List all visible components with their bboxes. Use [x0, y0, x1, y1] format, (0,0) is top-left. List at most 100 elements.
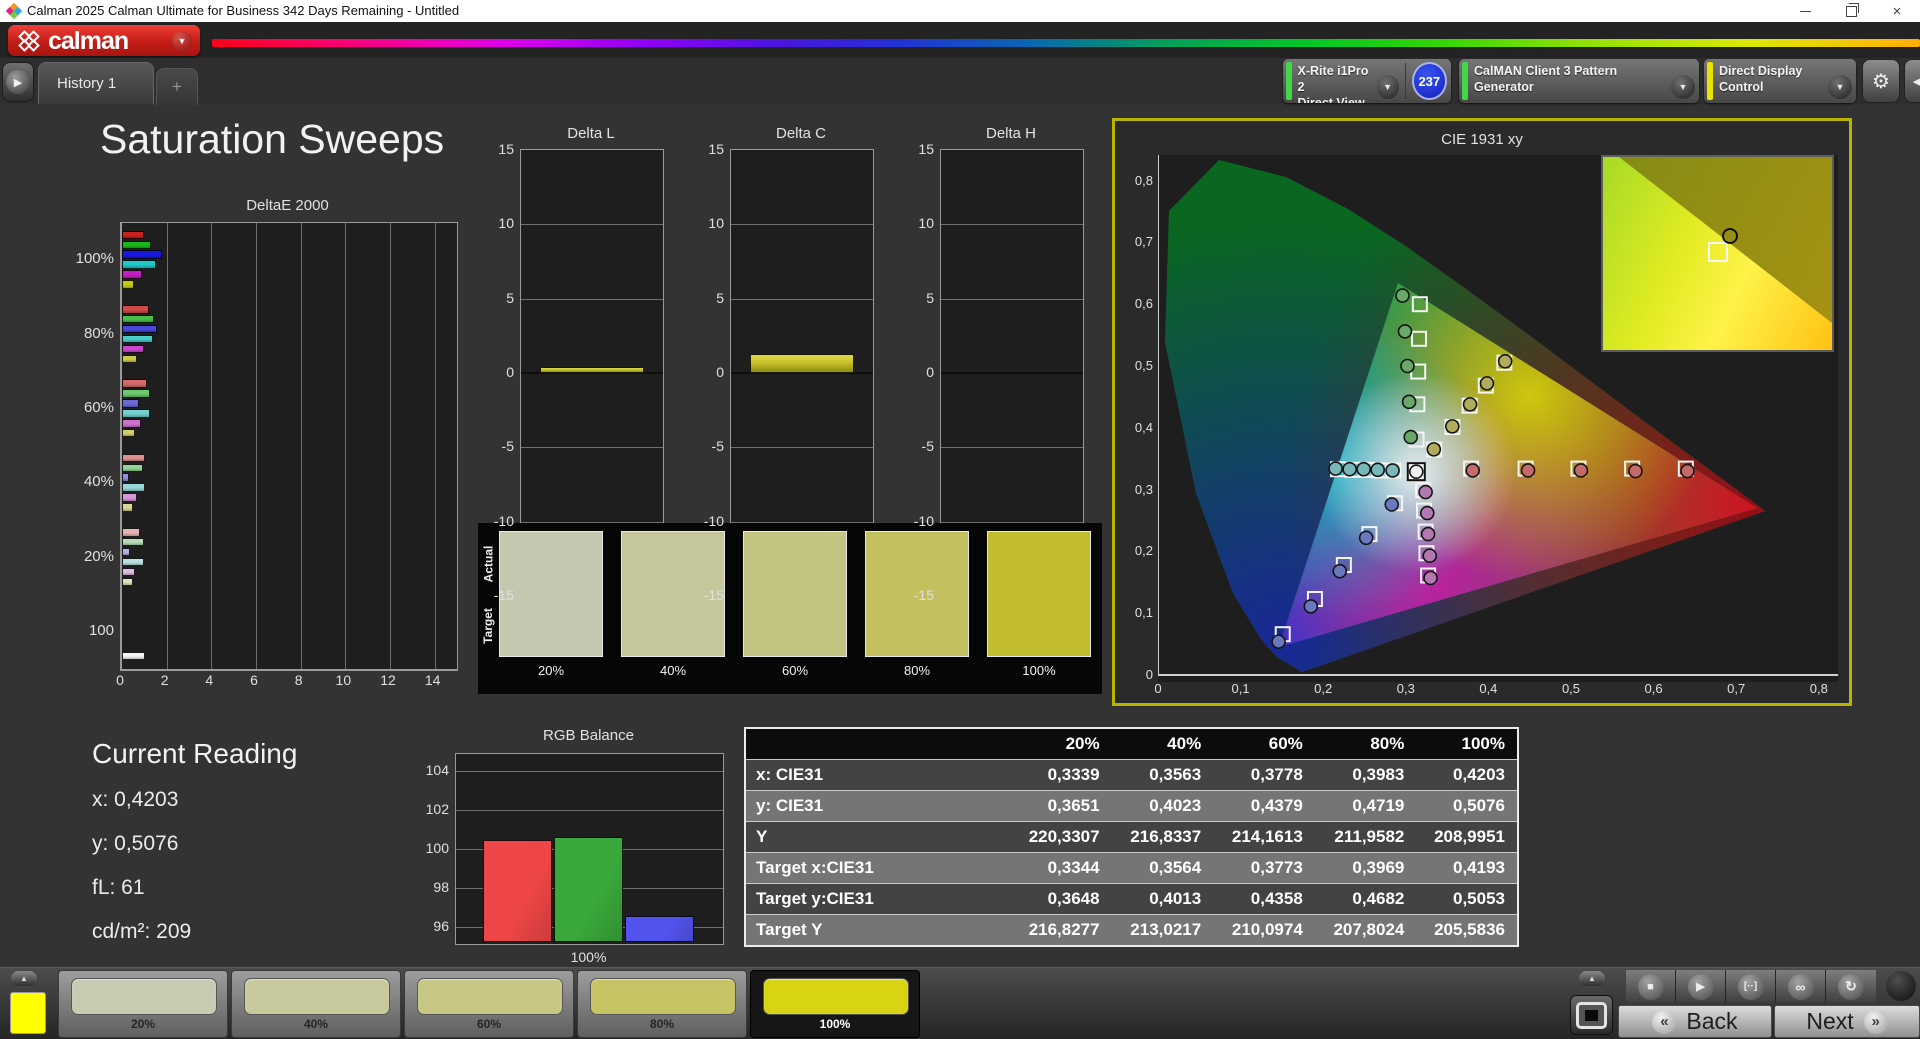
- actual-target-swatch-panel: Actual Target 20% 40% 60% 80% 100%: [478, 523, 1102, 694]
- header-bar: calman ▼: [0, 22, 1920, 58]
- chevron-down-icon[interactable]: ▼: [1376, 75, 1399, 99]
- measured-marker-yellow: [1445, 419, 1460, 434]
- swatch-label: 80%: [903, 663, 931, 678]
- cie-1931-chart-panel[interactable]: CIE 1931 xy 0 0,1 0,2 0,3 0,4 0,5 0,6 0,…: [1112, 118, 1852, 706]
- axis-tick-label: 10: [335, 672, 352, 688]
- measured-marker-red: [1573, 463, 1589, 478]
- workflow-nav-button[interactable]: ▶: [2, 62, 34, 102]
- table-cell-value: 208,9951: [1416, 821, 1518, 853]
- chevron-down-icon[interactable]: ▼: [1828, 75, 1852, 99]
- pattern-swatch-color: [71, 978, 217, 1015]
- settings-button[interactable]: ⚙: [1862, 59, 1900, 103]
- pattern-window-toggle-button[interactable]: [1570, 995, 1613, 1035]
- next-button-label: Next: [1806, 1008, 1854, 1034]
- measured-marker-cyan: [1342, 461, 1357, 477]
- pattern-swatch-label: 60%: [476, 1017, 502, 1031]
- stop-icon: ■: [1647, 980, 1654, 993]
- axis-tick-label: -10: [493, 512, 514, 529]
- axis-tick-label: 100%: [75, 250, 114, 268]
- measured-marker-green: [1401, 394, 1417, 410]
- continuous-measure-button[interactable]: ∞: [1776, 970, 1826, 1003]
- add-tab-button[interactable]: +: [156, 68, 198, 105]
- axis-tick-label: 8: [294, 672, 303, 688]
- pattern-generator-label: CalMAN Client 3 Pattern Generator: [1474, 64, 1618, 94]
- close-button[interactable]: ×: [1874, 0, 1920, 22]
- pattern-swatch-button-20%[interactable]: 20%: [58, 970, 228, 1038]
- deltae-bar: [122, 567, 136, 577]
- table-cell-value: 220,3307: [1010, 821, 1112, 853]
- deltae-bar: [122, 493, 137, 502]
- grid-line: [521, 447, 663, 449]
- deltae-bar: [122, 463, 144, 473]
- grid-line: [456, 810, 723, 812]
- deltae-bar: [122, 314, 155, 324]
- table-col-header: 20%: [1010, 727, 1112, 760]
- table-row-label: Target y:CIE31: [745, 883, 1010, 915]
- axis-tick-label: 0,3: [1396, 681, 1415, 696]
- next-button[interactable]: Next »: [1774, 1005, 1920, 1038]
- axis-tick-label: 100: [425, 840, 449, 856]
- infinity-icon: ∞: [1795, 978, 1806, 995]
- meter-reading-badge[interactable]: 237: [1411, 62, 1447, 100]
- measured-marker-yellow: [1426, 442, 1442, 457]
- back-button[interactable]: « Back: [1618, 1005, 1772, 1038]
- deltae-bar: [122, 270, 143, 279]
- table-cell-value: 0,4013: [1111, 883, 1214, 915]
- table-cell-value: 0,3564: [1111, 852, 1214, 884]
- status-orb: [1886, 971, 1916, 1001]
- table-cell-value: 0,3778: [1213, 759, 1315, 791]
- grid-line: [211, 223, 213, 669]
- table-col-header: 40%: [1111, 727, 1214, 760]
- table-row-label: x: CIE31: [745, 759, 1010, 791]
- measured-marker-red: [1628, 463, 1643, 479]
- calman-app-window: Calman 2025 Calman Ultimate for Business…: [0, 0, 1920, 1039]
- deltae-bar: [122, 528, 140, 537]
- meter-dropdown[interactable]: X-Rite i1Pro 2 Direct View ▼ 237: [1283, 59, 1451, 103]
- loop-measure-button[interactable]: ↻: [1826, 970, 1876, 1003]
- axis-tick-label: 15: [708, 141, 724, 157]
- deltae-bar: [122, 428, 136, 438]
- restore-button[interactable]: [1828, 0, 1874, 22]
- calman-menu-button[interactable]: calman ▼: [8, 25, 200, 56]
- collapse-panel-button[interactable]: ◀: [1904, 59, 1920, 103]
- table-cell-value: 0,3563: [1111, 759, 1214, 791]
- collapse-right-panel-button[interactable]: ▲: [1579, 971, 1605, 986]
- table-row-label: y: CIE31: [745, 790, 1010, 822]
- pattern-generator-dropdown[interactable]: CalMAN Client 3 Pattern Generator ▼: [1459, 59, 1699, 103]
- chevron-down-icon[interactable]: ▼: [1671, 75, 1695, 99]
- meter-mode: Direct View: [1297, 96, 1365, 103]
- axis-tick-label: 0,2: [1134, 543, 1153, 559]
- measured-marker-cyan: [1356, 461, 1371, 477]
- measured-marker-red: [1680, 463, 1695, 479]
- plus-icon: +: [172, 77, 182, 96]
- pattern-swatch-button-60%[interactable]: 60%: [404, 970, 574, 1038]
- axis-tick-label: 15: [918, 141, 934, 157]
- tab-history-1[interactable]: History 1: [38, 62, 154, 104]
- delta_c-bar: [750, 353, 854, 373]
- up-arrow-icon: ▲: [1588, 974, 1596, 983]
- pattern-swatch-button-40%[interactable]: 40%: [231, 970, 401, 1038]
- delta-c-title: Delta C: [775, 125, 827, 142]
- axis-tick-label: 5: [926, 289, 934, 306]
- pattern-swatch-button-80%[interactable]: 80%: [577, 970, 747, 1038]
- grid-line: [941, 224, 1083, 226]
- axis-tick-label: 0,5: [1561, 681, 1581, 696]
- window-title: Calman 2025 Calman Ultimate for Business…: [27, 3, 460, 18]
- grid-line: [166, 223, 168, 669]
- display-control-dropdown[interactable]: Direct Display Control ▼: [1704, 59, 1856, 103]
- axis-tick-label: 100: [88, 621, 114, 639]
- single-measure-button[interactable]: [··]: [1726, 970, 1776, 1003]
- deltae-bar: [122, 399, 139, 408]
- meter-name: X-Rite i1Pro 2: [1297, 64, 1369, 94]
- axis-tick-label: 96: [433, 917, 449, 934]
- collapse-left-panel-button[interactable]: ▲: [11, 971, 37, 986]
- minimize-button[interactable]: [1782, 0, 1828, 22]
- deltae-bar: [122, 418, 141, 428]
- play-measure-button[interactable]: ▶: [1676, 970, 1726, 1003]
- axis-tick-label: 102: [425, 801, 449, 818]
- zero-line: [941, 372, 1083, 374]
- table-row: Target x:CIE31 0,3344 0,3564 0,3773 0,3969 0,…: [745, 852, 1518, 884]
- axis-tick-label: 0: [116, 672, 124, 688]
- pattern-swatch-button-100%[interactable]: 100%: [750, 970, 920, 1038]
- stop-measure-button[interactable]: ■: [1626, 970, 1676, 1003]
